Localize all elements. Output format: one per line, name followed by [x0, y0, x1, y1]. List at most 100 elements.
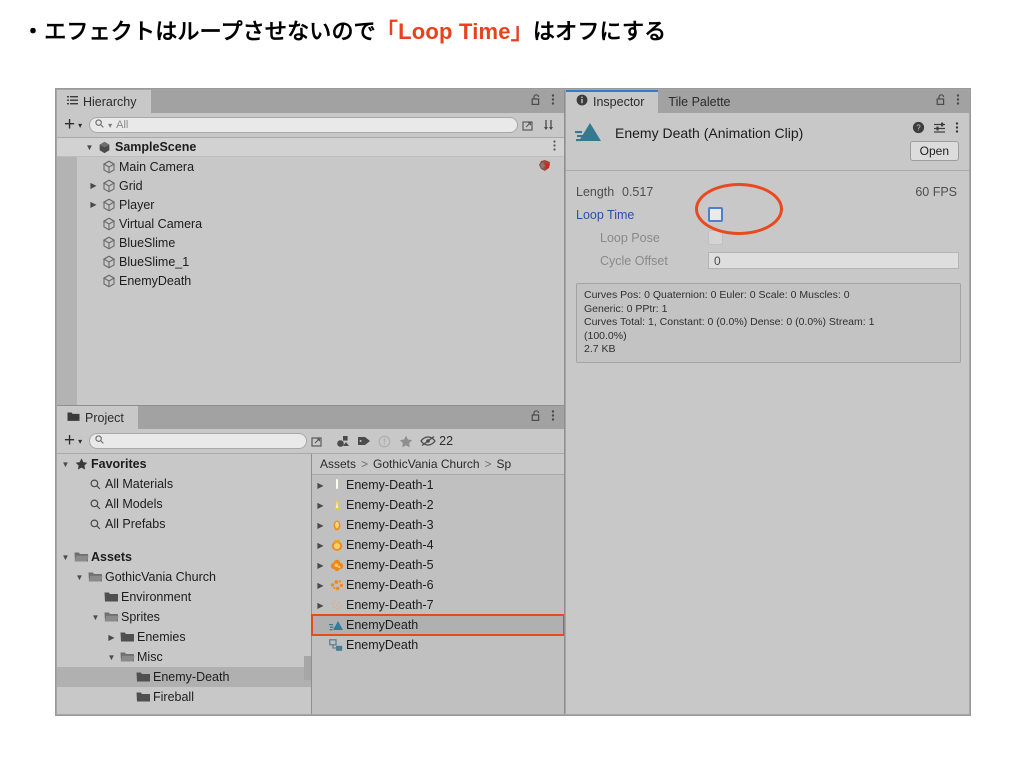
asset-item-enemy-death-1[interactable]: ▶ Enemy-Death-1	[312, 475, 564, 495]
kebab-menu-icon[interactable]	[553, 140, 556, 154]
scene-expand-arrow[interactable]: ▼	[83, 143, 96, 152]
filter-by-label-button[interactable]	[353, 432, 374, 450]
asset-item-enemy-death-2[interactable]: ▶ Enemy-Death-2	[312, 495, 564, 515]
tab-inspector-label: Inspector	[593, 94, 645, 109]
cycle-offset-input: 0	[708, 252, 959, 269]
expand-arrow[interactable]: ▼	[73, 573, 86, 582]
lock-open-icon[interactable]	[936, 93, 947, 111]
tab-project-label: Project	[85, 410, 124, 425]
project-tabbar-chrome	[531, 406, 564, 429]
expand-arrow[interactable]: ▼	[59, 553, 72, 562]
hierarchy-add-button[interactable]: + ▾	[61, 115, 89, 134]
page-title: ・エフェクトはループさせないので「Loop Time」はオフにする	[22, 14, 666, 46]
breadcrumb-item[interactable]: Sp	[497, 457, 512, 471]
lock-open-icon[interactable]	[531, 93, 542, 111]
folder-icon	[134, 691, 153, 703]
favorite-filter-button[interactable]	[395, 432, 416, 450]
hierarchy-item-blueslime-1[interactable]: BlueSlime_1	[57, 252, 564, 271]
inspector-header-icons: ?	[912, 121, 959, 137]
expand-arrow[interactable]: ▶	[87, 181, 100, 190]
project-tree-item-all-materials[interactable]: All Materials	[57, 474, 311, 494]
hierarchy-item-main-camera[interactable]: Main Camera	[57, 157, 564, 176]
inspector-panel: Inspector Tile Palette Enemy Death (Anim…	[566, 90, 969, 714]
expand-arrow[interactable]: ▶	[314, 561, 327, 570]
hierarchy-item-player[interactable]: ▶ Player	[57, 195, 564, 214]
project-tree-item-fireball[interactable]: Fireball	[57, 687, 311, 707]
expand-arrow[interactable]: ▶	[87, 200, 100, 209]
expand-arrow[interactable]: ▶	[314, 541, 327, 550]
project-tree-scrollbar[interactable]	[304, 454, 311, 714]
project-tree-item-sprites[interactable]: ▼ Sprites	[57, 607, 311, 627]
expand-arrow[interactable]: ▶	[314, 481, 327, 490]
warning-filter-button[interactable]	[374, 432, 395, 450]
kebab-menu-icon[interactable]	[551, 409, 555, 427]
hidden-items-count: 22	[439, 434, 454, 448]
gameobject-icon	[100, 217, 117, 231]
kebab-menu-icon[interactable]	[551, 93, 555, 111]
expand-arrow[interactable]: ▶	[314, 581, 327, 590]
curves-info-line: (100.0%)	[584, 329, 627, 342]
project-tree-item-misc[interactable]: ▼ Misc	[57, 647, 311, 667]
asset-item-enemy-death-4[interactable]: ▶ Enemy-Death-4	[312, 535, 564, 555]
filter-by-type-button[interactable]	[332, 432, 353, 450]
gameobject-icon	[100, 274, 117, 288]
hierarchy-item-enemydeath[interactable]: EnemyDeath	[57, 271, 564, 290]
kebab-menu-icon[interactable]	[956, 93, 960, 111]
asset-item-enemy-death-7[interactable]: ▶ Enemy-Death-7	[312, 595, 564, 615]
hierarchy-picker-button[interactable]	[518, 116, 539, 134]
asset-item-enemydeath[interactable]: EnemyDeath	[311, 614, 564, 636]
project-picker-button[interactable]	[307, 432, 328, 450]
project-folder-tree: ▼ Favorites All Materials All Models All Pre…	[57, 454, 312, 714]
project-tree-item-assets[interactable]: ▼ Assets	[57, 547, 311, 567]
hierarchy-sort-button[interactable]	[539, 116, 560, 134]
expand-arrow[interactable]: ▶	[314, 521, 327, 530]
lock-open-icon[interactable]	[531, 409, 542, 427]
asset-item-enemy-death-3[interactable]: ▶ Enemy-Death-3	[312, 515, 564, 535]
project-tree-item-environment[interactable]: Environment	[57, 587, 311, 607]
tab-inspector[interactable]: Inspector	[566, 90, 659, 113]
project-tree-item-enemies[interactable]: ▶ Enemies	[57, 627, 311, 647]
tab-project[interactable]: Project	[57, 406, 138, 429]
project-tree-item-all-prefabs[interactable]: All Prefabs	[57, 514, 311, 534]
hierarchy-scene-row[interactable]: ▼ SampleScene	[57, 138, 564, 157]
hierarchy-items: Main Camera ▶ Grid ▶ Player Virtual Camera Blu…	[57, 157, 564, 290]
expand-arrow[interactable]: ▶	[314, 501, 327, 510]
asset-item-label: Enemy-Death-4	[346, 538, 434, 552]
preset-icon[interactable]	[933, 121, 947, 137]
project-search-input[interactable]	[89, 433, 308, 449]
breadcrumb-item[interactable]: Assets	[320, 457, 356, 471]
unity-editor-window: Hierarchy + ▾ ▾ All ▼ SampleScene Main C…	[55, 88, 971, 716]
folder-open-icon	[86, 571, 105, 583]
hierarchy-search-input[interactable]: ▾ All	[89, 117, 518, 133]
expand-arrow[interactable]: ▼	[59, 460, 72, 469]
project-tree-item-all-models[interactable]: All Models	[57, 494, 311, 514]
kebab-menu-icon[interactable]	[955, 121, 959, 137]
search-icon	[86, 519, 105, 530]
expand-arrow[interactable]: ▼	[105, 653, 118, 662]
project-tree-item-enemy-death[interactable]: Enemy-Death	[57, 667, 311, 687]
tab-hierarchy[interactable]: Hierarchy	[57, 90, 151, 113]
open-button[interactable]: Open	[909, 141, 959, 161]
tab-tile-palette[interactable]: Tile Palette	[658, 90, 745, 113]
sprite-icon	[327, 578, 346, 592]
project-add-button[interactable]: + ▾	[61, 431, 89, 450]
breadcrumb-item[interactable]: GothicVania Church	[373, 457, 480, 471]
asset-item-label: Enemy-Death-7	[346, 598, 434, 612]
expand-arrow[interactable]: ▶	[105, 633, 118, 642]
hierarchy-item-blueslime[interactable]: BlueSlime	[57, 233, 564, 252]
asset-item-enemy-death-5[interactable]: ▶ Enemy-Death-5	[312, 555, 564, 575]
hierarchy-item-grid[interactable]: ▶ Grid	[57, 176, 564, 195]
expand-arrow[interactable]: ▶	[314, 601, 327, 610]
hidden-items-button[interactable]: 22	[416, 432, 453, 450]
asset-item-enemydeath[interactable]: EnemyDeath	[312, 635, 564, 655]
help-icon[interactable]: ?	[912, 121, 925, 137]
asset-item-enemy-death-6[interactable]: ▶ Enemy-Death-6	[312, 575, 564, 595]
loop-time-label[interactable]: Loop Time	[576, 208, 708, 222]
hierarchy-item-virtual-camera[interactable]: Virtual Camera	[57, 214, 564, 233]
scrollbar-thumb[interactable]	[304, 656, 311, 680]
loop-time-checkbox[interactable]	[708, 207, 723, 222]
project-tree-item-favorites[interactable]: ▼ Favorites	[57, 454, 311, 474]
expand-arrow[interactable]: ▼	[89, 613, 102, 622]
project-tree-item-gothicvania-church[interactable]: ▼ GothicVania Church	[57, 567, 311, 587]
unity-scene-icon	[96, 141, 113, 154]
